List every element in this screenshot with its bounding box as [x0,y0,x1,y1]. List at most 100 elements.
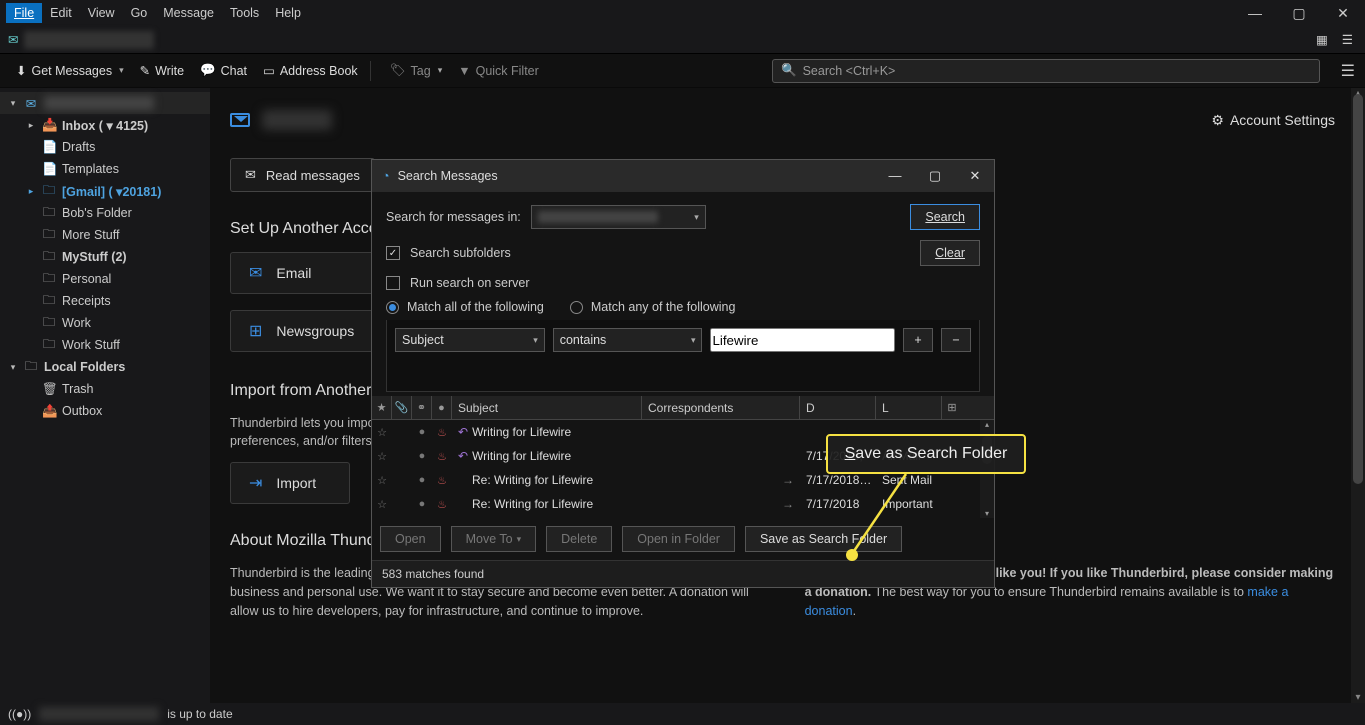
search-subfolders-checkbox[interactable]: ✓ [386,246,400,260]
tasks-icon[interactable]: ☰ [1342,32,1353,47]
col-thread[interactable]: ⚭ [412,396,432,419]
dialog-status: 583 matches found [372,560,994,587]
dialog-minimize-button[interactable]: — [884,168,906,184]
scroll-down-icon[interactable]: ▾ [1351,692,1365,703]
close-button[interactable]: ✕ [1321,0,1365,26]
chevron-down-icon: ▾ [691,335,696,346]
menu-help[interactable]: Help [267,3,309,23]
search-in-select[interactable]: ▾ [531,205,706,229]
dialog-close-button[interactable]: ✕ [964,168,986,184]
global-search-input[interactable]: 🔍 Search <Ctrl+K> [772,59,1320,83]
col-attachment[interactable]: 📎 [392,396,412,419]
star-icon[interactable]: ☆ [372,474,392,487]
reply-icon: ↶ [458,449,468,463]
star-icon[interactable]: ☆ [372,498,392,511]
open-in-folder-button[interactable]: Open in Folder [622,526,735,552]
folder-personal[interactable]: 🗀Personal [0,268,210,290]
folder-drafts[interactable]: 📄 Drafts [0,136,210,158]
chat-icon: 💬 [200,63,216,78]
result-row[interactable]: ☆ ● ♨ Re: Writing for Lifewire → 7/17/20… [372,492,994,516]
menu-file[interactable]: File [6,3,42,23]
menu-edit[interactable]: Edit [42,3,80,23]
folder-bob[interactable]: 🗀Bob's Folder [0,202,210,224]
folder-more-stuff[interactable]: 🗀More Stuff [0,224,210,246]
setup-email-button[interactable]: ✉Email [230,252,380,294]
address-book-icon: ▭ [263,63,275,78]
scroll-up-icon[interactable]: ▴ [980,420,994,429]
read-dot-icon: ● [412,498,432,510]
account-header: ⚙ Account Settings [230,110,1335,130]
open-button[interactable]: Open [380,526,441,552]
status-text: is up to date [167,707,232,721]
quick-filter-button[interactable]: ▼ Quick Filter [450,60,547,82]
menu-message[interactable]: Message [155,3,222,23]
save-as-search-folder-button[interactable]: Save as Search Folder [745,526,902,552]
read-messages-button[interactable]: ✉ Read messages [230,158,375,192]
col-unread[interactable]: ● [432,396,452,419]
content-scrollbar[interactable]: ▴ ▾ [1351,88,1365,703]
criteria-remove-button[interactable]: − [941,328,971,352]
dialog-maximize-button[interactable]: ▢ [924,168,946,184]
star-icon[interactable]: ☆ [372,450,392,463]
write-button[interactable]: ✎ Write [132,59,192,82]
dialog-clear-button[interactable]: Clear [920,240,980,266]
col-location[interactable]: L [876,396,942,419]
outbox-icon: 📤 [42,404,56,419]
folder-outbox[interactable]: 📤Outbox [0,400,210,422]
chevron-right-icon[interactable]: ▸ [26,186,36,197]
flame-icon: ♨ [432,450,452,463]
scroll-down-icon[interactable]: ▾ [980,509,994,518]
maximize-button[interactable]: ▢ [1277,0,1321,26]
dialog-titlebar[interactable]: ◔ Search Messages — ▢ ✕ [372,160,994,192]
criteria-field-select[interactable]: Subject▾ [395,328,545,352]
get-messages-button[interactable]: ⬇ Get Messages▾ [8,59,132,82]
criteria-add-button[interactable]: + [903,328,933,352]
criteria-value-input[interactable] [710,328,895,352]
folder-trash[interactable]: 🗑Trash [0,378,210,400]
calendar-icon[interactable]: ▦ [1316,32,1328,47]
delete-button[interactable]: Delete [546,526,612,552]
chevron-down-icon[interactable]: ▾ [8,362,18,373]
minimize-button[interactable]: — [1233,0,1277,26]
tag-button[interactable]: 🏷 Tag▾ [382,59,451,82]
import-button[interactable]: ⇥Import [230,462,350,504]
col-subject[interactable]: Subject [452,396,642,419]
col-correspondents[interactable]: Correspondents [642,396,800,419]
address-book-button[interactable]: ▭ Address Book [255,59,366,82]
templates-icon: 📄 [42,162,56,177]
folder-inbox[interactable]: ▸ 📥 Inbox ( ▾ 4125) [0,114,210,136]
folder-receipts[interactable]: 🗀Receipts [0,290,210,312]
folder-gmail[interactable]: ▸ 🗀 [Gmail] ( ▾20181) [0,180,210,202]
account-row[interactable]: ▾ ✉ [0,92,210,114]
match-all-radio[interactable] [386,301,399,314]
folder-mystuff[interactable]: 🗀MyStuff (2) [0,246,210,268]
star-icon[interactable]: ☆ [372,426,392,439]
menu-go[interactable]: Go [123,3,156,23]
menu-tools[interactable]: Tools [222,3,267,23]
match-any-radio[interactable] [570,301,583,314]
folder-local[interactable]: ▾ 🗀 Local Folders [0,356,210,378]
dialog-search-button[interactable]: Search [910,204,980,230]
run-server-checkbox[interactable] [386,276,400,290]
app-menu-button[interactable]: ☰ [1341,61,1355,81]
window-controls: — ▢ ✕ [1233,0,1365,26]
chevron-right-icon[interactable]: ▸ [26,120,36,131]
menu-view[interactable]: View [80,3,123,23]
folder-work[interactable]: 🗀Work [0,312,210,334]
criteria-op-select[interactable]: contains▾ [553,328,703,352]
chat-button[interactable]: 💬 Chat [192,59,255,82]
folder-templates[interactable]: 📄 Templates [0,158,210,180]
account-tab[interactable] [24,31,154,49]
folder-workstuff[interactable]: 🗀Work Stuff [0,334,210,356]
drafts-icon: 📄 [42,140,56,155]
col-picker[interactable]: ⊞ [942,396,962,419]
col-star[interactable]: ★ [372,396,392,419]
account-settings-button[interactable]: ⚙ Account Settings [1211,112,1335,129]
scroll-thumb[interactable] [1353,94,1363,484]
chevron-down-icon[interactable]: ▾ [8,98,18,109]
move-to-button[interactable]: Move To ▾ [451,526,537,552]
thunderbird-icon: ◔ [382,169,390,183]
mail-icon: ✉ [245,167,256,183]
setup-newsgroups-button[interactable]: ⊞Newsgroups [230,310,380,352]
col-date[interactable]: D [800,396,876,419]
